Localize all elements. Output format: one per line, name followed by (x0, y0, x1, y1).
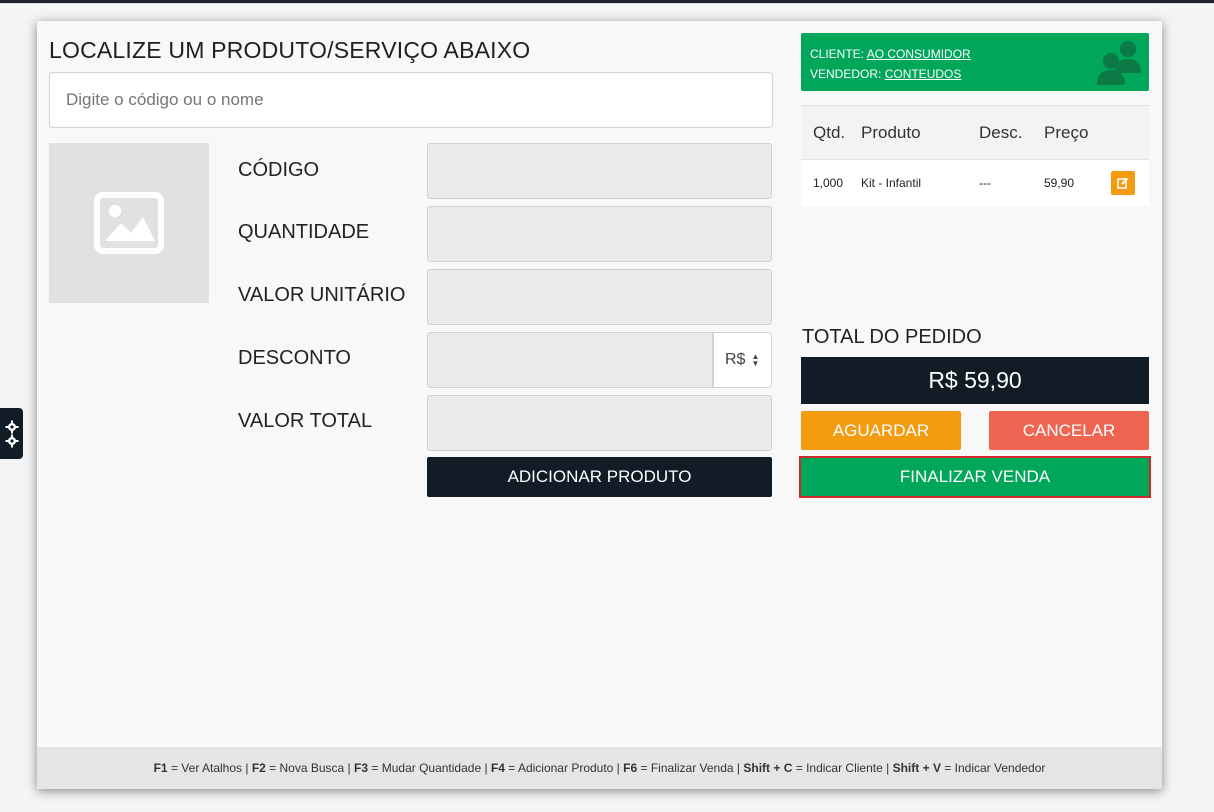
discount-unit-select[interactable]: R$ ▲▼ (713, 332, 772, 388)
order-total-label: TOTAL DO PEDIDO (802, 326, 982, 349)
product-image-placeholder (49, 143, 209, 303)
users-icon (1095, 37, 1145, 87)
customer-box: CLIENTE: AO CONSUMIDOR VENDEDOR: CONTEUD… (801, 33, 1149, 91)
row-product: Kit - Infantil (861, 160, 979, 206)
gears-icon (5, 419, 19, 449)
discount-label: DESCONTO (238, 347, 351, 370)
order-items-table: Qtd. Produto Desc. Preço 1,000 Kit - Inf… (801, 105, 1149, 206)
unit-value-field[interactable] (427, 269, 772, 325)
search-title: LOCALIZE UM PRODUTO/SERVIÇO ABAIXO (49, 37, 530, 64)
client-label: CLIENTE: (810, 47, 864, 61)
quantity-field[interactable] (427, 206, 772, 262)
discount-field[interactable] (427, 332, 713, 388)
edit-item-button[interactable] (1111, 171, 1135, 195)
seller-line: VENDEDOR: CONTEUDOS (810, 64, 1140, 84)
row-actions (1111, 160, 1149, 206)
shortcuts-footer: F1 = Ver Atalhos | F2 = Nova Busca | F3 … (37, 747, 1162, 789)
quantity-label: QUANTIDADE (238, 221, 369, 244)
wait-button[interactable]: AGUARDAR (801, 411, 961, 450)
edit-icon (1117, 177, 1129, 189)
discount-unit-value: R$ (725, 351, 745, 369)
code-field[interactable] (427, 143, 772, 199)
code-label: CÓDIGO (238, 159, 319, 182)
unit-value-label: VALOR UNITÁRIO (238, 284, 405, 307)
table-row: 1,000 Kit - Infantil --- 59,90 (801, 160, 1149, 206)
client-line: CLIENTE: AO CONSUMIDOR (810, 44, 1140, 64)
product-search-input[interactable] (49, 72, 773, 128)
select-arrows-icon: ▲▼ (751, 353, 759, 367)
seller-label: VENDEDOR: (810, 67, 881, 81)
col-discount-header: Desc. (979, 106, 1044, 160)
col-qty-header: Qtd. (801, 106, 861, 160)
col-product-header: Produto (861, 106, 979, 160)
client-link[interactable]: AO CONSUMIDOR (867, 47, 971, 61)
total-value-field[interactable] (427, 395, 772, 451)
row-price: 59,90 (1044, 160, 1111, 206)
cancel-button[interactable]: CANCELAR (989, 411, 1149, 450)
shortcuts-text: F1 = Ver Atalhos | F2 = Nova Busca | F3 … (154, 761, 1046, 775)
top-bar-divider (0, 3, 1214, 4)
order-total-value: R$ 59,90 (801, 357, 1149, 404)
settings-tab[interactable] (0, 408, 23, 459)
row-discount: --- (979, 160, 1044, 206)
col-price-header: Preço (1044, 106, 1111, 160)
image-icon (93, 191, 165, 255)
row-qty: 1,000 (801, 160, 861, 206)
pos-modal: LOCALIZE UM PRODUTO/SERVIÇO ABAIXO CÓDIG… (37, 21, 1162, 789)
total-value-label: VALOR TOTAL (238, 410, 372, 433)
add-product-button[interactable]: ADICIONAR PRODUTO (427, 457, 772, 497)
finish-sale-button[interactable]: FINALIZAR VENDA (799, 456, 1151, 498)
table-header-row: Qtd. Produto Desc. Preço (801, 106, 1149, 160)
seller-link[interactable]: CONTEUDOS (885, 67, 962, 81)
col-actions-header (1111, 106, 1149, 160)
